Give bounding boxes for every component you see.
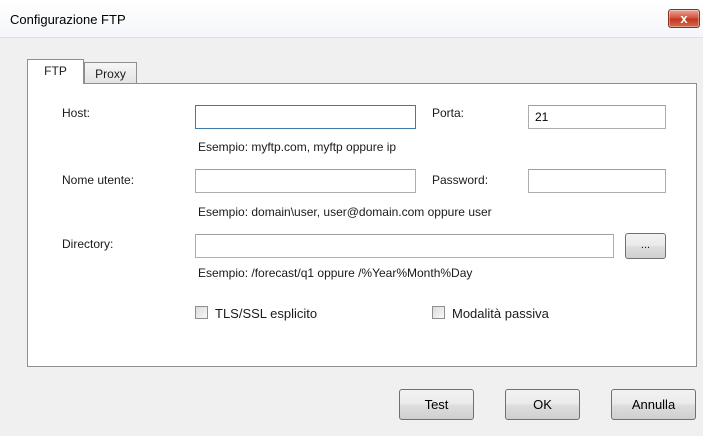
window-title: Configurazione FTP	[10, 12, 126, 27]
close-button[interactable]: x	[668, 9, 700, 28]
ftp-tab-panel: Host: Porta: Esempio: myftp.com, myftp o…	[27, 83, 697, 367]
host-input[interactable]	[195, 105, 416, 129]
password-label: Password:	[432, 173, 489, 187]
passive-checkbox[interactable]	[432, 306, 445, 319]
title-bar: Configurazione FTP x	[0, 0, 703, 38]
host-label: Host:	[62, 106, 91, 120]
directory-label: Directory:	[62, 237, 114, 251]
tls-label: TLS/SSL esplicito	[215, 306, 318, 321]
cancel-button[interactable]: Annulla	[611, 389, 696, 420]
password-input[interactable]	[528, 169, 666, 193]
passive-label: Modalità passiva	[452, 306, 549, 321]
ok-button[interactable]: OK	[505, 389, 580, 420]
close-icon: x	[680, 11, 688, 26]
username-label: Nome utente:	[62, 173, 135, 187]
tls-checkbox[interactable]	[195, 306, 208, 319]
username-input[interactable]	[195, 169, 416, 193]
tab-proxy[interactable]: Proxy	[84, 62, 137, 85]
directory-hint: Esempio: /forecast/q1 oppure /%Year%Mont…	[198, 266, 473, 280]
tab-ftp[interactable]: FTP	[27, 59, 84, 84]
test-button[interactable]: Test	[399, 389, 474, 420]
directory-input[interactable]	[195, 234, 614, 258]
host-hint: Esempio: myftp.com, myftp oppure ip	[198, 140, 397, 154]
browse-button[interactable]: ...	[625, 233, 666, 259]
port-input[interactable]	[528, 105, 666, 129]
username-hint: Esempio: domain\user, user@domain.com op…	[198, 205, 492, 219]
port-label: Porta:	[432, 106, 465, 120]
